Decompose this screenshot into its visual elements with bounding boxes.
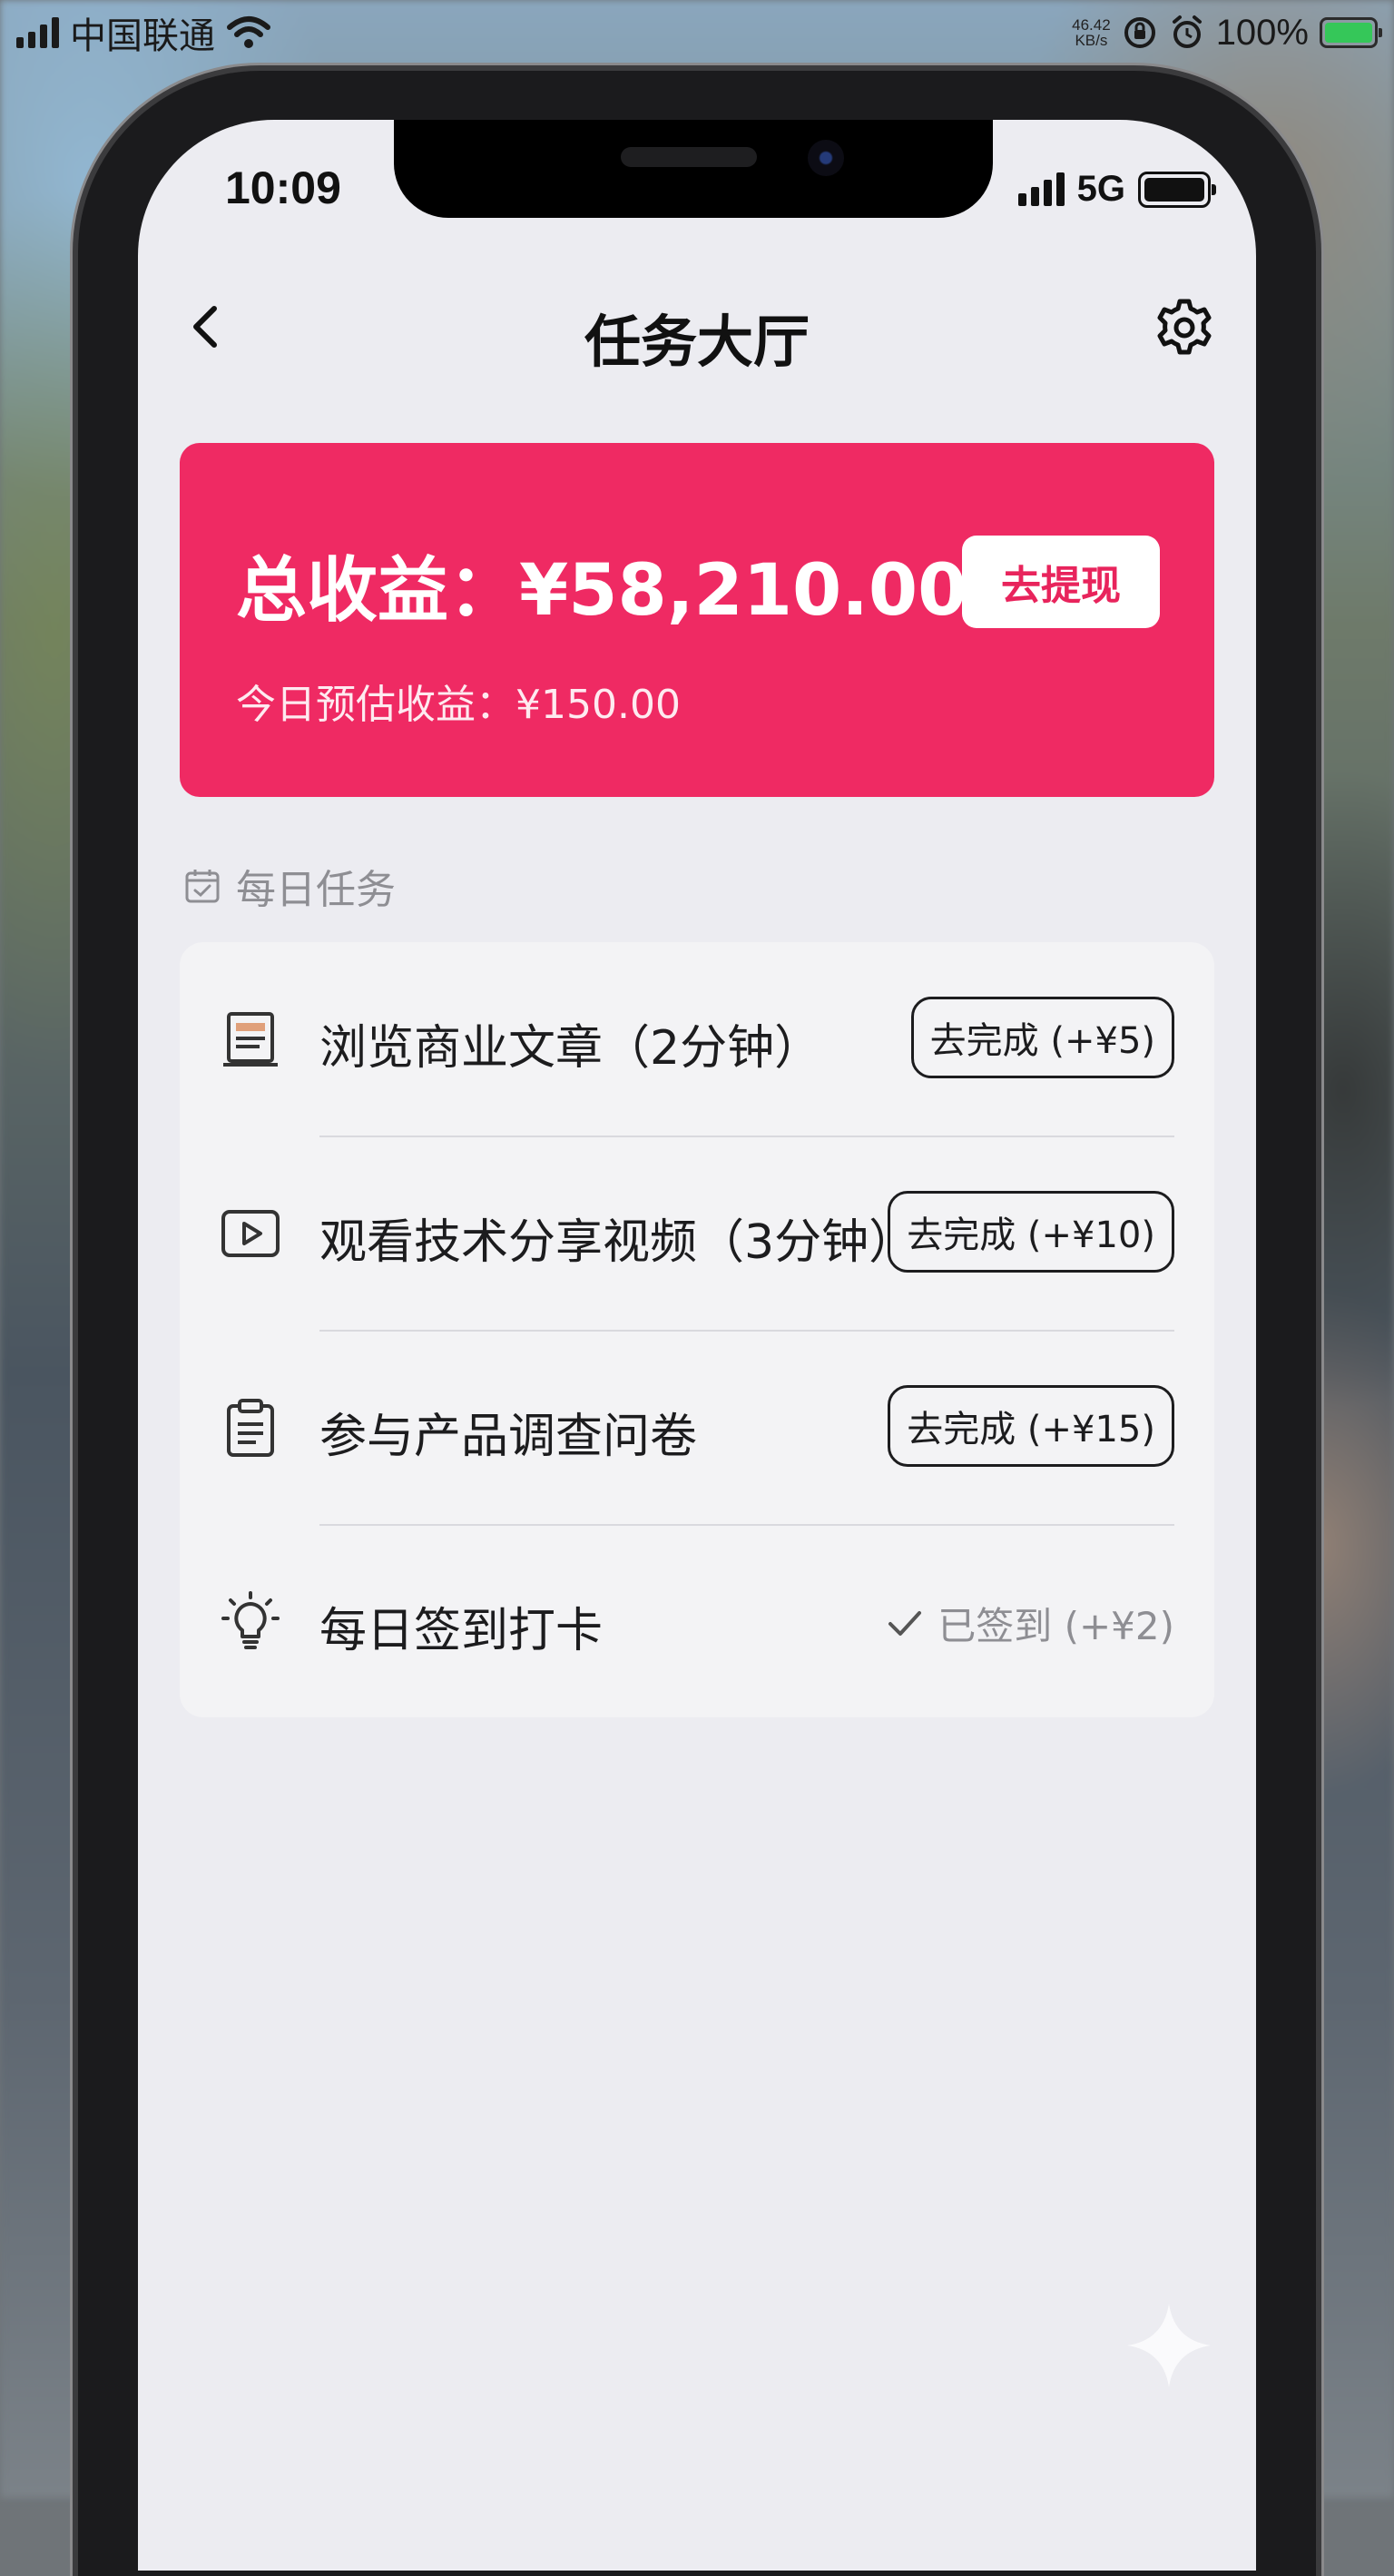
check-icon (888, 1610, 922, 1636)
today-estimated-earnings: 今日预估收益：¥150.00 (236, 682, 681, 728)
battery-icon (1138, 171, 1216, 208)
settings-button[interactable] (1153, 296, 1216, 359)
calendar-check-icon (185, 870, 220, 903)
task-label: 每日签到打卡 (319, 1604, 604, 1658)
task-row-read-article: 浏览商业文章（2分钟） 去完成 (+¥5) (180, 942, 1214, 1136)
complete-task-button[interactable]: 去完成 (+¥10) (888, 1191, 1174, 1273)
play-video-icon (221, 1210, 280, 1257)
total-earnings: 总收益：¥58,210.00 (236, 550, 967, 632)
complete-task-button[interactable]: 去完成 (+¥15) (888, 1385, 1174, 1467)
clipboard-icon (227, 1399, 274, 1457)
carrier-name: 中国联通 (70, 16, 215, 56)
signal-icon (16, 17, 59, 48)
document-icon (223, 1012, 278, 1067)
task-list: 浏览商业文章（2分钟） 去完成 (+¥5) 观看技术分享视频（3分钟） 去完成 … (180, 942, 1214, 1717)
section-title: 每日任务 (236, 867, 396, 913)
network-type: 5G (1076, 169, 1125, 209)
speed-value: 46.42 (1072, 16, 1111, 34)
task-row-survey: 参与产品调查问卷 去完成 (+¥15) (180, 1331, 1214, 1525)
alarm-icon (1172, 15, 1202, 48)
complete-task-button[interactable]: 去完成 (+¥5) (910, 997, 1174, 1078)
network-speed: 46.42 KB/s (1072, 17, 1111, 48)
wifi-icon (227, 16, 270, 48)
cellular-signal-icon (1017, 172, 1065, 206)
lightbulb-icon (221, 1591, 280, 1649)
withdraw-button[interactable]: 去提现 (962, 536, 1160, 628)
outer-status-bar: 中国联通 46.42 KB/s 100% (0, 0, 1394, 65)
checked-in-status: 已签到 (+¥2) (885, 1596, 1174, 1651)
daily-tasks-header: 每日任务 (183, 857, 396, 915)
speed-unit: KB/s (1075, 32, 1108, 49)
task-row-watch-video: 观看技术分享视频（3分钟） 去完成 (+¥10) (180, 1136, 1214, 1331)
rotation-lock-icon (1124, 17, 1155, 48)
battery-percent: 100% (1215, 12, 1309, 53)
gear-icon (1157, 299, 1212, 355)
task-row-daily-checkin: 每日签到打卡 已签到 (+¥2) (180, 1525, 1214, 1719)
battery-charging-icon (1320, 17, 1382, 48)
page-title: 任务大厅 (584, 309, 810, 375)
checked-in-label: 已签到 (+¥2) (938, 1604, 1174, 1648)
phone-screen: 10:09 5G 任务大厅 总收益：¥58,210.00 去提现 今日预估收益：… (138, 120, 1256, 2571)
task-label: 参与产品调查问卷 (319, 1410, 698, 1464)
task-label: 观看技术分享视频（3分钟） (319, 1215, 917, 1270)
task-label: 浏览商业文章（2分钟） (319, 1021, 822, 1076)
inner-status-bar: 10:09 5G (138, 156, 1256, 229)
status-time: 10:09 (225, 162, 341, 213)
nav-bar: 任务大厅 (138, 274, 1256, 383)
earnings-card: 总收益：¥58,210.00 去提现 今日预估收益：¥150.00 (180, 443, 1214, 797)
phone-frame: 10:09 5G 任务大厅 总收益：¥58,210.00 去提现 今日预估收益：… (78, 71, 1316, 2576)
sparkle-icon (1127, 2304, 1211, 2387)
